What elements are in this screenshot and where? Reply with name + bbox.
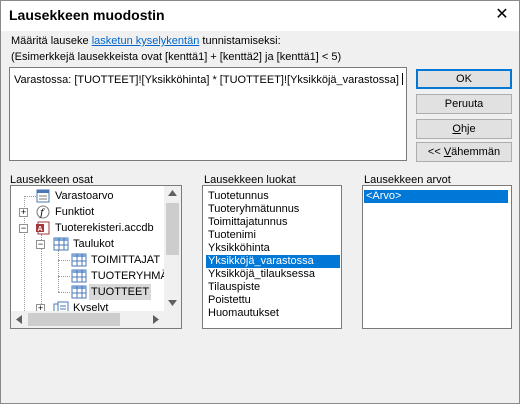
tree-item-taulukot[interactable]: − Taulukot [11, 236, 171, 252]
scroll-left-arrow-icon[interactable] [16, 315, 22, 324]
list-item[interactable]: Tilauspiste [206, 281, 262, 294]
close-icon[interactable]: ✕ [491, 5, 513, 27]
help-button[interactable]: Ohje [416, 119, 512, 139]
scroll-down-arrow-icon[interactable] [168, 300, 177, 306]
list-item[interactable]: Huomautukset [206, 307, 281, 320]
tree-item-tuoteryhmat[interactable]: TUOTERYHMÄT [11, 268, 175, 284]
expand-plus-icon[interactable]: + [19, 208, 28, 217]
less-prefix: << [427, 146, 444, 158]
list-item[interactable]: Tuotenimi [206, 229, 258, 242]
tree-item-toimittajat[interactable]: TOIMITTAJAT [11, 252, 171, 268]
table-icon [71, 269, 87, 283]
tree-item-label: TUOTTEET [89, 284, 152, 300]
list-item[interactable]: Poistettu [206, 294, 253, 307]
prompt-text-start: Määritä lauseke [11, 35, 92, 47]
list-item-selected[interactable]: <Arvo> [364, 190, 508, 203]
scroll-up-arrow-icon[interactable] [168, 190, 177, 196]
values-list[interactable]: <Arvo> [362, 185, 512, 329]
dialog-title: Lausekkeen muodostin [9, 7, 165, 23]
help-mnemonic: O [452, 123, 461, 135]
list-item[interactable]: Tuotetunnus [206, 190, 271, 203]
title-bar: Lausekkeen muodostin ✕ [1, 1, 519, 31]
tree-item-database[interactable]: − A Tuoterekisteri.accdb [11, 220, 171, 236]
tree-item-varastoarvo[interactable]: Varastoarvo [11, 188, 161, 204]
tree-item-label: Taulukot [73, 238, 114, 250]
prompt-line-1: Määritä lauseke lasketun kyselykentän tu… [11, 35, 281, 47]
list-item[interactable]: Yksikköhinta [206, 242, 272, 255]
less-button[interactable]: << Vähemmän [416, 142, 512, 162]
expression-input[interactable]: Varastossa: [TUOTTEET]![Yksikköhinta] * … [9, 67, 407, 161]
list-item[interactable]: Tuoteryhmätunnus [206, 203, 301, 216]
categories-list[interactable]: Tuotetunnus Tuoteryhmätunnus Toimittajat… [202, 185, 342, 329]
table-icon [71, 253, 87, 267]
tree-item-funktiot[interactable]: + f Funktiot [11, 204, 161, 220]
elements-horizontal-scrollbar[interactable] [11, 311, 164, 328]
scroll-corner [164, 311, 181, 328]
expression-text: Varastossa: [TUOTTEET]![Yksikköhinta] * … [14, 73, 403, 86]
svg-text:A: A [38, 226, 43, 233]
tree-item-label: TOIMITTAJAT [91, 254, 161, 266]
form-icon [36, 189, 50, 203]
tables-icon [53, 237, 69, 251]
function-icon: f [36, 205, 50, 219]
less-label-rest: ähemmän [451, 146, 501, 158]
tree-item-tuotteet[interactable]: TUOTTEET [11, 284, 171, 300]
elements-tree[interactable]: Varastoarvo + f Funktiot − A Tuoterekist… [10, 185, 182, 329]
scroll-thumb[interactable] [28, 313, 120, 326]
table-icon [71, 285, 87, 299]
collapse-minus-icon[interactable]: − [19, 224, 28, 233]
access-database-icon: A [36, 221, 50, 235]
expression-builder-dialog: Lausekkeen muodostin ✕ Määritä lauseke l… [0, 0, 520, 404]
prompt-examples: (Esimerkkejä lausekkeista ovat [kenttä1]… [11, 51, 342, 63]
list-item[interactable]: Toimittajatunnus [206, 216, 290, 229]
scroll-thumb[interactable] [166, 203, 179, 255]
text-caret [401, 73, 403, 85]
tree-item-label: Varastoarvo [55, 190, 114, 202]
tree-item-label: Funktiot [55, 206, 95, 218]
ok-button[interactable]: OK [416, 69, 512, 89]
cancel-button[interactable]: Peruuta [416, 94, 512, 114]
calculated-field-link[interactable]: lasketun kyselykentän [92, 35, 200, 47]
help-label-rest: hje [460, 123, 476, 135]
list-item-selected[interactable]: Yksikköjä_varastossa [206, 255, 340, 268]
expression-value: Varastossa: [TUOTTEET]![Yksikköhinta] * … [14, 74, 399, 86]
prompt-text-end: tunnistamiseksi: [199, 35, 281, 47]
list-item[interactable]: Yksikköjä_tilauksessa [206, 268, 317, 281]
collapse-minus-icon[interactable]: − [36, 240, 45, 249]
scroll-right-arrow-icon[interactable] [153, 315, 159, 324]
tree-item-label: TUOTERYHMÄT [91, 270, 175, 282]
tree-item-label: Tuoterekisteri.accdb [55, 222, 154, 234]
elements-vertical-scrollbar[interactable] [164, 186, 181, 312]
